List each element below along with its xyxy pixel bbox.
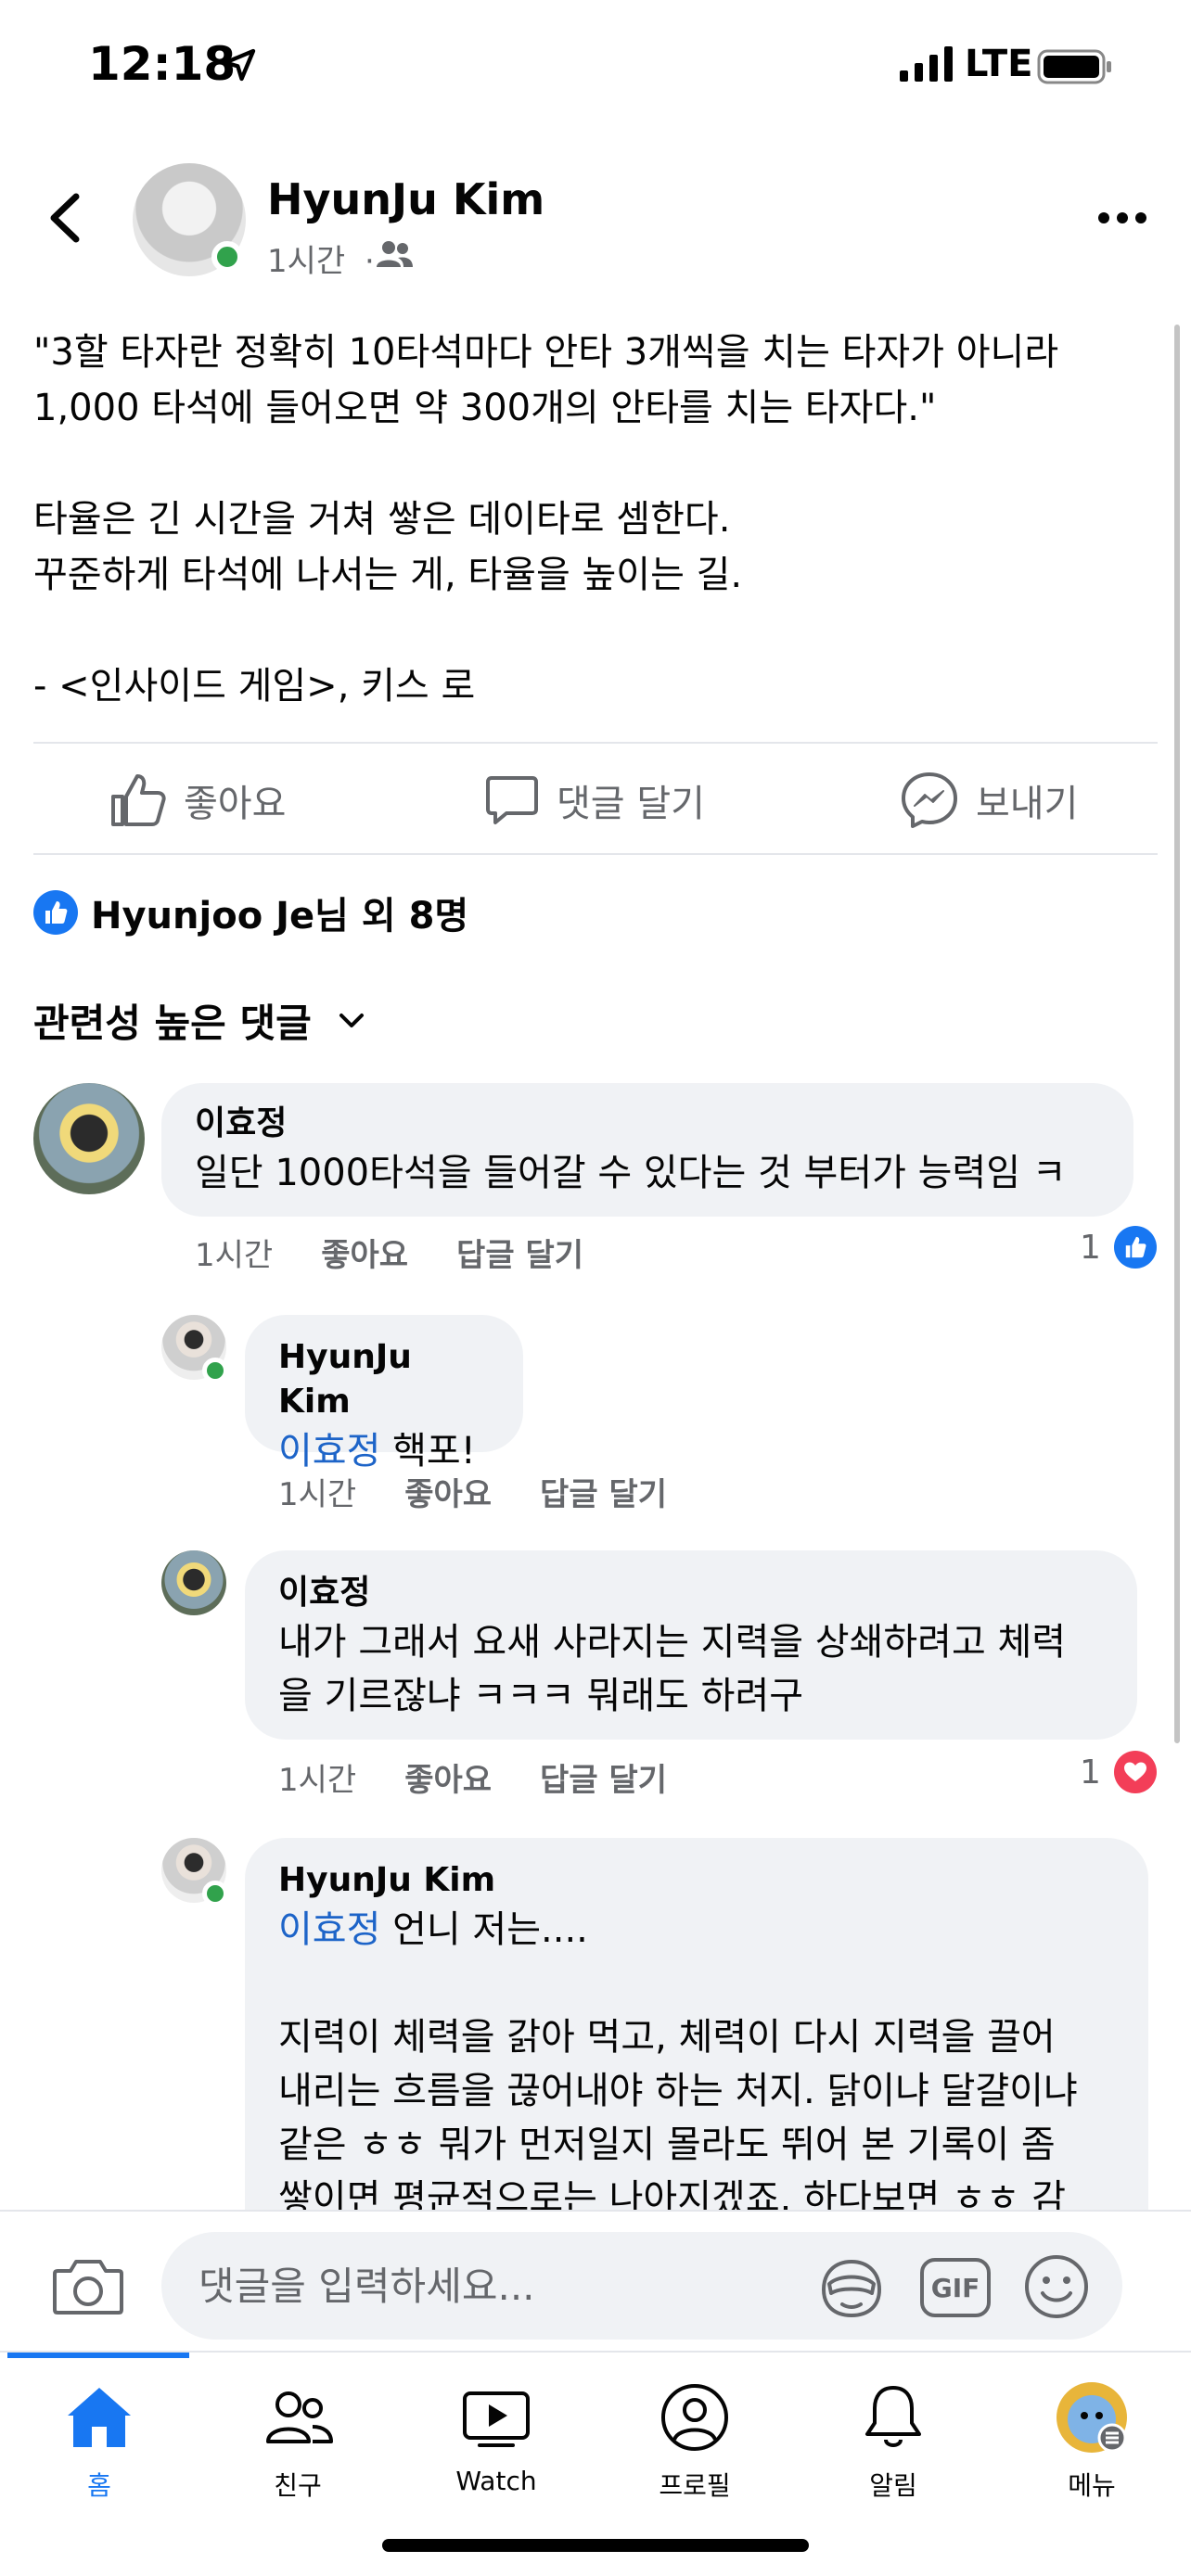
friends-icon (266, 2391, 333, 2443)
post-meta: 1시간 · (267, 236, 375, 281)
comment-like-button[interactable]: 좋아요 (404, 1469, 492, 1514)
tab-menu[interactable]: 메뉴 (992, 2380, 1191, 2538)
home-indicator (382, 2539, 809, 2552)
profile-icon (661, 2384, 728, 2451)
tab-watch[interactable]: Watch (397, 2380, 596, 2538)
like-reaction-icon (1113, 1226, 1157, 1269)
send-label: 보내기 (976, 783, 1079, 825)
online-status-dot (202, 1358, 228, 1384)
love-reaction-icon (1113, 1751, 1157, 1793)
reaction-summary[interactable]: Hyunjoo Je님 외 8명 (33, 886, 468, 939)
post-text: "3할 타자란 정확히 10타석마다 안타 3개씩을 치는 타자가 아니라 1,… (33, 331, 1059, 708)
home-icon (68, 2388, 131, 2447)
comment-like-button[interactable]: 좋아요 (404, 1754, 492, 1800)
comment-bubble: 이효정 내가 그래서 요새 사라지는 지력을 상쇄하려고 체력 을 기르잖냐 ㅋ… (245, 1550, 1137, 1740)
reaction-count: 1 (1080, 1753, 1101, 1792)
comment-time: 1시간 (278, 1762, 357, 1799)
comment-text: 일단 1000타석을 들어갈 수 있다는 것 부터가 능력임 ㅋ (195, 1152, 1067, 1194)
comment-time: 1시간 (195, 1237, 274, 1274)
camera-icon[interactable] (52, 2256, 124, 2315)
like-label: 좋아요 (184, 783, 287, 825)
comment-reply-button[interactable]: 답글 달기 (540, 1754, 667, 1800)
commenter-avatar[interactable] (161, 1550, 226, 1615)
comment-reaction-count[interactable]: 1 (1080, 1226, 1157, 1269)
menu-avatar-icon (1057, 2382, 1127, 2453)
bell-icon (865, 2386, 921, 2447)
chevron-down-icon (339, 1013, 364, 1027)
comment-author[interactable]: 이효정 (278, 1571, 1104, 1615)
watch-video-icon (463, 2391, 530, 2447)
comment-time: 1시간 (278, 1476, 357, 1513)
mention-link[interactable]: 이효정 (278, 1908, 380, 1951)
comment-bubble: 이효정 일단 1000타석을 들어갈 수 있다는 것 부터가 능력임 ㅋ (161, 1083, 1133, 1217)
more-options-icon[interactable] (1096, 204, 1148, 232)
battery-icon (1037, 49, 1111, 84)
comment-reply-button[interactable]: 답글 달기 (456, 1230, 583, 1275)
reaction-count: 1 (1080, 1228, 1101, 1267)
tab-notifications[interactable]: 알림 (794, 2380, 992, 2538)
scrollbar[interactable] (1174, 325, 1180, 1743)
comment-bubble: HyunJu Kim 이효정 핵포! (245, 1315, 523, 1473)
tab-label: 홈 (87, 2470, 111, 2501)
mention-link[interactable]: 이효정 (278, 1430, 380, 1473)
active-tab-indicator (7, 2353, 189, 2358)
comment-label: 댓글 달기 (557, 783, 705, 825)
comment-meta: 1시간 좋아요 답글 달기 (278, 1754, 715, 1800)
meta-separator: · (365, 243, 375, 280)
comment-button[interactable]: 댓글 달기 (484, 768, 705, 833)
tab-label: Watch (455, 2466, 537, 2496)
like-button[interactable]: 좋아요 (109, 768, 286, 833)
tab-profile[interactable]: 프로필 (596, 2380, 794, 2538)
gif-button[interactable]: GIF (920, 2258, 991, 2317)
like-reaction-icon (33, 890, 78, 935)
comment-author[interactable]: HyunJu Kim (278, 1858, 1115, 1903)
reaction-summary-text: Hyunjoo Je님 외 8명 (91, 895, 469, 937)
tab-home[interactable]: 홈 (0, 2380, 198, 2538)
author-name[interactable]: HyunJu Kim (267, 174, 544, 224)
location-arrow-icon (223, 48, 256, 82)
emoji-icon[interactable] (1022, 2252, 1091, 2321)
comment-reply-button[interactable]: 답글 달기 (540, 1469, 667, 1514)
tab-label: 친구 (274, 2470, 322, 2501)
signal-icon (900, 46, 953, 82)
avatar-sticker-icon[interactable] (816, 2252, 887, 2323)
comment-text: 언니 저는.... 지력이 체력을 갉아 먹고, 체력이 다시 지력을 끌어 내… (278, 1908, 1078, 2220)
messenger-icon (902, 772, 957, 828)
online-status-dot (211, 241, 243, 273)
status-time: 12:18 (88, 37, 237, 91)
comment-sort-label: 관련성 높은 댓글 (33, 1001, 312, 1046)
tab-label: 메뉴 (1068, 2470, 1116, 2501)
comment-bubble-icon (486, 776, 538, 824)
comment-text: 내가 그래서 요새 사라지는 지력을 상쇄하려고 체력 을 기르잖냐 ㅋㅋㅋ 뭐… (278, 1621, 1067, 1717)
back-arrow-icon[interactable] (43, 185, 89, 250)
comment-like-button[interactable]: 좋아요 (321, 1230, 408, 1275)
tab-label: 알림 (869, 2470, 917, 2501)
comment-reaction-count[interactable]: 1 (1080, 1751, 1157, 1793)
comment-sort-dropdown[interactable]: 관련성 높은 댓글 (33, 992, 365, 1049)
comment-meta: 1시간 좋아요 답글 달기 (278, 1469, 715, 1514)
online-status-dot (202, 1881, 228, 1906)
comment-meta: 1시간 좋아요 답글 달기 (195, 1230, 632, 1275)
friends-audience-icon (377, 241, 413, 267)
thumbs-up-icon (111, 774, 166, 826)
comment-bubble: HyunJu Kim 이효정 언니 저는.... 지력이 체력을 갉아 먹고, … (245, 1838, 1148, 2264)
commenter-avatar[interactable] (33, 1083, 145, 1194)
divider (33, 742, 1158, 744)
comment-author[interactable]: 이효정 (195, 1102, 1100, 1146)
comment-composer: GIF (0, 2210, 1191, 2349)
network-label: LTE (965, 43, 1033, 85)
tab-friends[interactable]: 친구 (198, 2380, 397, 2538)
tab-label: 프로필 (659, 2470, 731, 2501)
divider (33, 853, 1158, 855)
comment-text: 핵포! (380, 1430, 476, 1473)
status-bar: 12:18 LTE (0, 0, 1191, 130)
post-time: 1시간 (267, 243, 346, 280)
send-button[interactable]: 보내기 (900, 768, 1078, 833)
comment-author[interactable]: HyunJu Kim (278, 1335, 490, 1424)
